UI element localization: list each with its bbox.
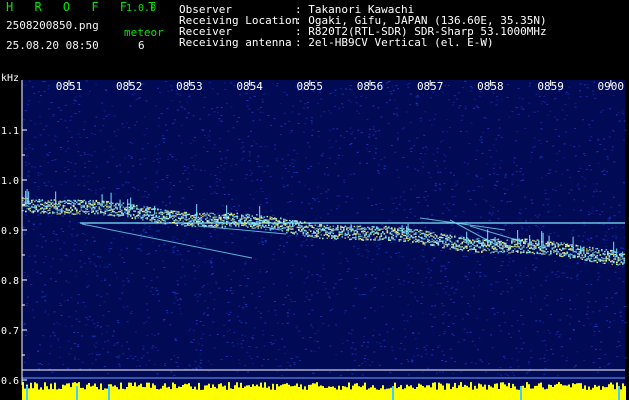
- time-label: 0857: [417, 80, 444, 93]
- time-label: 0854: [236, 80, 263, 93]
- spectrogram-panel: 0851 0852 0853 0854 0855 0856 0857 0858 0859 0900…: [1, 80, 627, 400]
- time-label: 0855: [297, 80, 324, 93]
- freq-label: 0.6: [1, 376, 19, 387]
- power-marker: [26, 386, 28, 400]
- frequency-unit-label: kHz: [1, 73, 20, 84]
- time-label: 0858: [477, 80, 504, 93]
- power-marker: [108, 386, 110, 400]
- freq-label: 0.8: [1, 276, 19, 287]
- power-marker: [76, 386, 78, 400]
- power-marker: [392, 386, 394, 400]
- freq-label: 1.1: [1, 126, 19, 137]
- time-label: 0859: [537, 80, 564, 93]
- freq-label: 0.7: [1, 326, 19, 337]
- spectrogram-background: [22, 80, 625, 400]
- freq-label: 1.0: [1, 176, 19, 187]
- time-label: 0856: [357, 80, 384, 93]
- time-label: 0900: [598, 80, 625, 93]
- power-marker: [618, 386, 620, 400]
- time-label: 0853: [176, 80, 203, 93]
- freq-label: 0.9: [1, 226, 19, 237]
- time-label: 0851: [56, 80, 83, 93]
- power-marker: [520, 386, 522, 400]
- time-label: 0852: [116, 80, 143, 93]
